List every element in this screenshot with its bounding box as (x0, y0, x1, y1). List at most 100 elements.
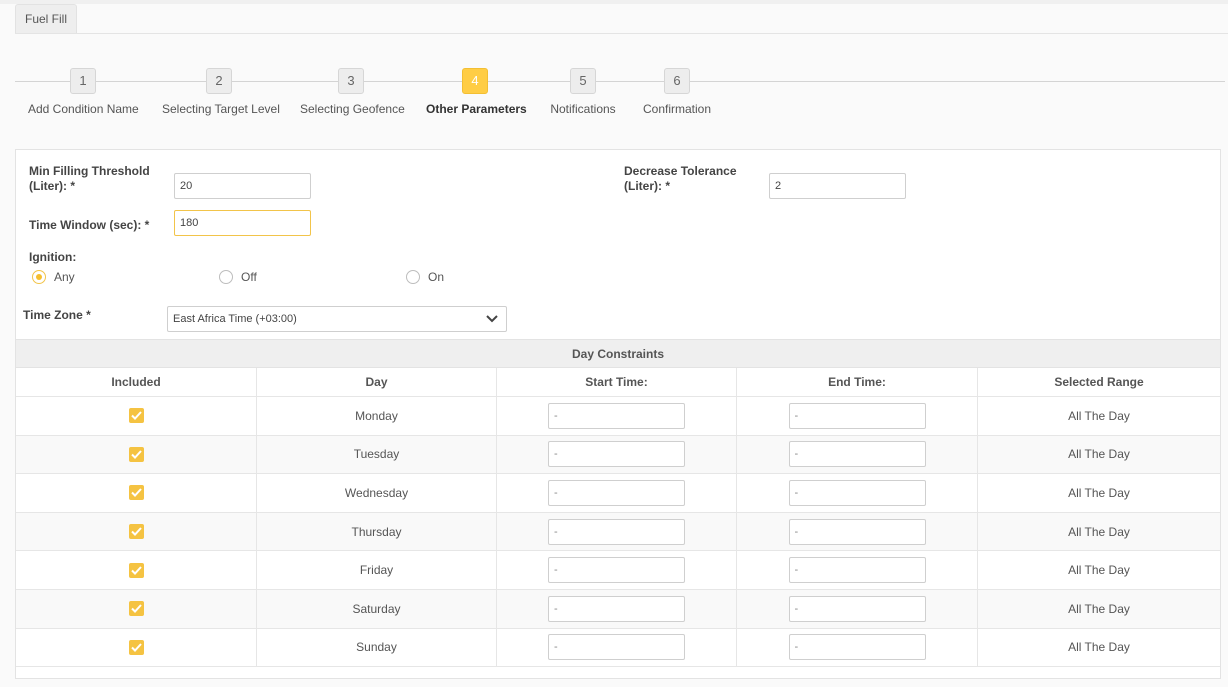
selected-range-cell: All The Day (1068, 408, 1130, 423)
start-time-input[interactable]: - (548, 479, 685, 506)
step-number: 5 (570, 68, 596, 94)
radio-circle (219, 270, 233, 284)
end-time-input[interactable]: - (788, 557, 926, 584)
table-row: Sunday - - All The Day (16, 628, 1220, 668)
check-icon (130, 450, 142, 459)
radio-circle (32, 270, 46, 284)
included-checkbox[interactable] (128, 639, 144, 655)
included-checkbox[interactable] (128, 601, 144, 617)
start-time-input[interactable]: - (548, 634, 685, 661)
day-constraints-caption: Day Constraints (16, 339, 1220, 368)
included-checkbox[interactable] (128, 408, 144, 424)
wizard-step-6[interactable]: 6 Confirmation (641, 68, 713, 116)
check-icon (130, 643, 142, 652)
ignition-radio-any[interactable]: Any (32, 270, 75, 284)
header-selected-range: Selected Range (1054, 375, 1144, 389)
time-window-label: Time Window (sec): * (29, 218, 150, 232)
included-checkbox[interactable] (128, 446, 144, 462)
time-zone-label: Time Zone * (23, 308, 91, 322)
start-time-input[interactable]: - (548, 595, 685, 622)
time-zone-value: East Africa Time (+03:00) (173, 313, 297, 325)
step-number: 4 (462, 68, 488, 94)
selected-range-cell: All The Day (1068, 524, 1130, 539)
selected-range-cell: All The Day (1068, 601, 1130, 616)
wizard-step-2[interactable]: 2 Selecting Target Level (162, 68, 280, 116)
included-checkbox[interactable] (128, 485, 144, 501)
included-cell (16, 628, 257, 667)
table-header-row: Included Day Start Time: End Time: Selec… (16, 368, 1220, 397)
day-cell: Tuesday (257, 435, 497, 474)
start-time-input[interactable]: - (548, 402, 685, 429)
selected-range-cell: All The Day (1068, 563, 1130, 578)
step-label: Add Condition Name (28, 102, 139, 116)
wizard-step-3[interactable]: 3 Selecting Geofence (300, 68, 405, 116)
day-constraints-table: Day Constraints Included Day Start Time:… (16, 339, 1220, 668)
ignition-radio-off[interactable]: Off (219, 270, 257, 284)
end-time-input[interactable]: - (788, 402, 926, 429)
start-time-cell: - (497, 589, 737, 628)
step-number: 2 (206, 68, 232, 94)
included-cell (16, 551, 257, 589)
check-icon (130, 565, 142, 575)
day-cell: Wednesday (257, 474, 497, 512)
decrease-tolerance-label: Decrease Tolerance (Liter): * (624, 164, 737, 194)
selected-range-cell: All The Day (1068, 447, 1130, 462)
end-time-input[interactable]: - (788, 595, 926, 622)
step-label: Selecting Target Level (162, 102, 280, 116)
min-filling-label: Min Filling Threshold (Liter): * (29, 164, 150, 194)
step-label: Notifications (550, 102, 616, 116)
tab-divider (15, 33, 1228, 34)
table-row: Wednesday - - All The Day (16, 474, 1220, 513)
decrease-tolerance-input[interactable]: 2 (769, 173, 906, 199)
radio-label: On (428, 270, 445, 284)
chevron-down-icon (486, 315, 498, 323)
start-time-input[interactable]: - (548, 441, 685, 468)
included-cell (16, 474, 257, 512)
wizard-step-1[interactable]: 1 Add Condition Name (28, 68, 139, 116)
start-time-cell: - (497, 397, 737, 435)
day-cell: Thursday (257, 512, 497, 551)
top-bar (0, 0, 1228, 4)
radio-label: Off (241, 270, 257, 284)
wizard-step-5[interactable]: 5 Notifications (549, 68, 617, 116)
time-window-input[interactable]: 180 (174, 210, 311, 236)
header-day: Day (257, 368, 497, 396)
included-cell (16, 512, 257, 551)
end-time-input[interactable]: - (788, 634, 926, 661)
min-filling-label-line2: (Liter): * (29, 179, 75, 193)
selected-range-cell: All The Day (1068, 485, 1130, 500)
included-checkbox[interactable] (128, 524, 144, 540)
end-time-cell: - (737, 628, 978, 667)
ignition-radio-on[interactable]: On (406, 270, 444, 284)
end-time-input[interactable]: - (788, 441, 926, 468)
included-cell (16, 589, 257, 628)
table-row: Tuesday - - All The Day (16, 435, 1220, 475)
start-time-input[interactable]: - (548, 557, 685, 584)
table-row: Thursday - - All The Day (16, 512, 1220, 552)
included-checkbox[interactable] (128, 562, 144, 578)
included-cell (16, 397, 257, 435)
end-time-input[interactable]: - (788, 518, 926, 545)
end-time-cell: - (737, 397, 978, 435)
step-number: 6 (664, 68, 690, 94)
wizard-step-4[interactable]: 4 Other Parameters (426, 68, 527, 116)
table-row: Friday - - All The Day (16, 551, 1220, 590)
start-time-cell: - (497, 512, 737, 551)
day-cell: Friday (257, 551, 497, 589)
header-included: Included (16, 368, 257, 396)
tab-fuel-fill[interactable]: Fuel Fill (15, 4, 77, 33)
check-icon (130, 604, 142, 614)
time-zone-select[interactable]: East Africa Time (+03:00) (167, 306, 507, 332)
min-filling-label-line1: Min Filling Threshold (29, 164, 150, 178)
step-label: Selecting Geofence (300, 102, 405, 116)
end-time-input[interactable]: - (788, 479, 926, 506)
min-filling-input[interactable]: 20 (174, 173, 311, 199)
selected-range-cell: All The Day (1068, 640, 1130, 655)
end-time-cell: - (737, 435, 978, 474)
start-time-input[interactable]: - (548, 518, 685, 545)
check-icon (130, 527, 142, 537)
header-start-time: Start Time: (497, 368, 737, 396)
check-icon (130, 488, 142, 498)
end-time-cell: - (737, 474, 978, 512)
included-cell (16, 435, 257, 474)
